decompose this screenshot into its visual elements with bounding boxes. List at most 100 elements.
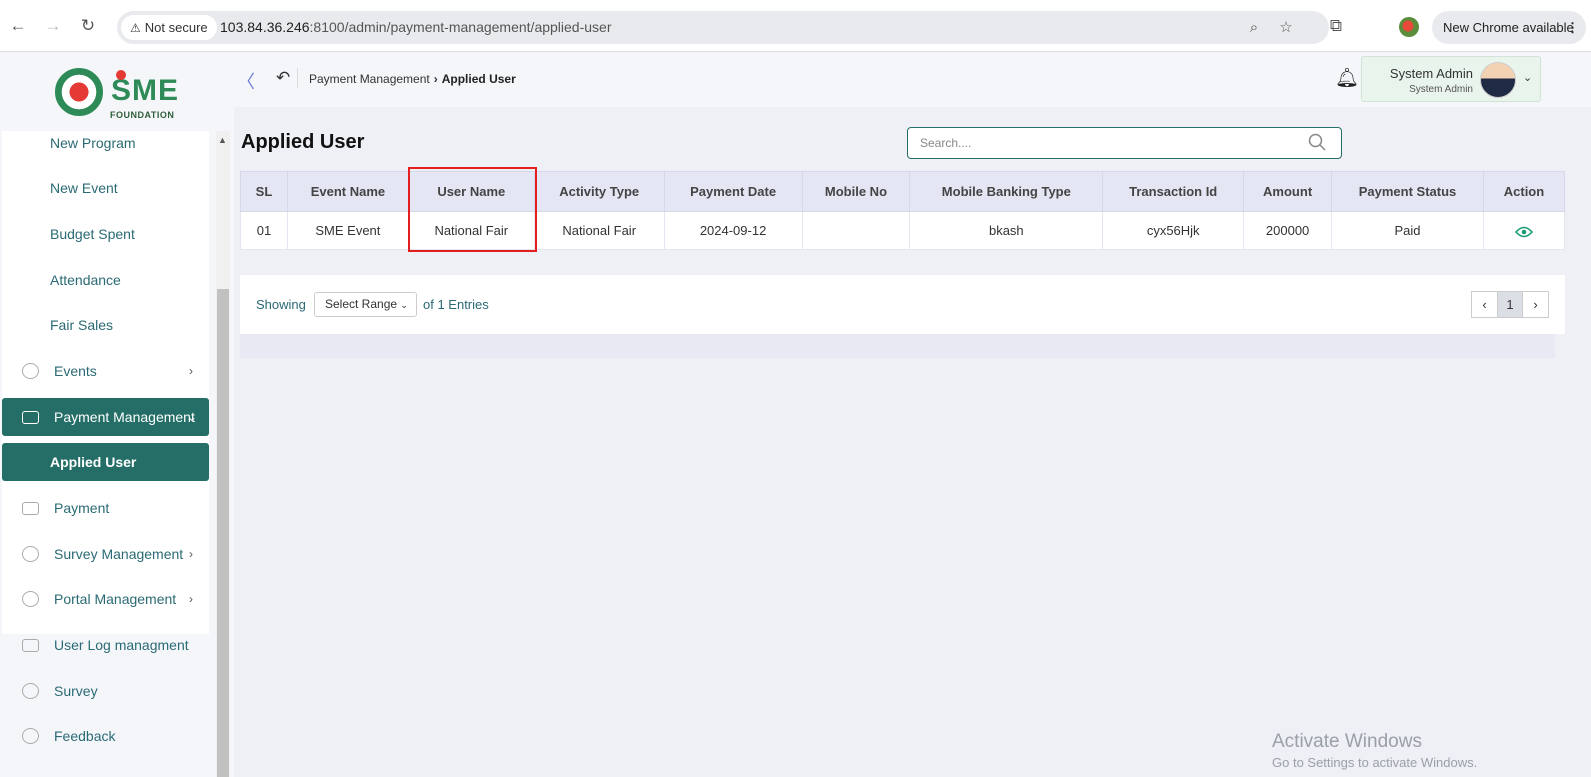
sidebar-item-label: Payment Management [54,409,195,425]
bookmark-star-icon[interactable]: ☆ [1277,19,1295,37]
money-card-icon [22,502,39,515]
cell-mobile-banking-type: bkash [909,211,1104,250]
url-host: 103.84.36.246 [220,19,310,35]
sidebar-item-label: New Program [50,135,136,151]
cell-action [1482,211,1566,250]
cell-mobile-no [801,211,911,250]
sidebar-item-label: Payment [54,500,110,516]
chevron-right-icon: › [433,72,438,86]
lock-circle-icon [22,591,39,607]
chevron-left-icon: ‹ [1482,297,1487,312]
chevron-down-icon: ⌄ [1523,72,1533,84]
security-chip[interactable]: ⚠ Not secure [121,15,217,40]
money-card-icon [22,411,39,424]
next-page-button[interactable]: › [1522,291,1549,318]
sidebar-item-label: Events [54,363,97,379]
new-chrome-button[interactable]: New Chrome available ⋮ [1432,11,1586,44]
zoom-icon[interactable]: ⌕ [1245,19,1263,37]
sidebar-item-label: Feedback [54,728,116,744]
collapse-sidebar-icon[interactable]: 〈 [237,68,255,94]
eye-icon[interactable] [1514,226,1533,238]
sme-foundation-logo[interactable]: SME FOUNDATION [55,68,185,122]
cell-transaction-id: cyx56Hjk [1102,211,1245,250]
search-input[interactable] [907,127,1342,159]
kebab-menu-icon[interactable]: ⋮ [1566,11,1579,44]
chevron-right-icon: › [189,592,193,606]
pie-chart-icon [22,683,39,699]
cell-event-name: SME Event [286,211,409,250]
sidebar-item-applied-user[interactable]: Applied User [2,443,209,481]
sidebar-item-label: Applied User [50,454,137,470]
activate-windows-watermark: Activate Windows [1272,731,1422,752]
sidebar-scroll-thumb[interactable] [217,289,229,777]
sidebar-item-events[interactable]: Events › [2,352,209,390]
user-name: System Admin [1389,66,1473,81]
sidebar-item-portal-management[interactable]: Portal Management › [2,580,209,618]
sidebar-item-new-program[interactable]: New Program [2,131,209,162]
activate-windows-subtext: Go to Settings to activate Windows. [1272,755,1478,770]
sidebar-item-user-log[interactable]: User Log managment [2,626,209,664]
sidebar-item-survey-management[interactable]: Survey Management › [2,535,209,573]
money-card-icon [22,639,39,652]
column-header-payment-status: Payment Status [1331,171,1484,212]
search-icon[interactable] [1308,133,1326,151]
page-button-current[interactable]: 1 [1497,291,1523,318]
user-role: System Admin [1409,84,1473,95]
column-header-mobile-banking-type: Mobile Banking Type [909,171,1104,212]
chevron-right-icon: › [189,547,193,561]
sidebar-item-payment-management[interactable]: Payment Management ⌄ [2,398,209,436]
column-header-amount: Amount [1243,171,1333,212]
chevron-right-icon: › [189,364,193,378]
reload-icon[interactable]: ↻ [78,16,98,36]
column-header-action: Action [1482,171,1566,212]
url-path: :8100/admin/payment-management/applied-u… [309,19,612,35]
entries-label: of 1 Entries [423,297,489,312]
sidebar-item-new-event[interactable]: New Event [2,169,209,207]
sidebar-item-label: Fair Sales [50,317,114,333]
sidebar-item-attendance[interactable]: Attendance [2,261,209,299]
breadcrumb-parent[interactable]: Payment Management [309,72,430,86]
sidebar-item-feedback[interactable]: Feedback [2,717,209,755]
chevron-down-icon: ⌄ [186,410,197,424]
highlight-box [408,167,537,252]
column-header-mobile-no: Mobile No [801,171,911,212]
sidebar-item-survey[interactable]: Survey [2,672,209,710]
extensions-icon[interactable]: ⧉ [1326,16,1346,36]
profile-avatar-icon[interactable] [1399,17,1419,37]
column-header-payment-date: Payment Date [663,171,803,212]
cell-payment-date: 2024-09-12 [663,211,803,250]
page-title: Applied User [241,131,365,153]
sidebar-item-fair-sales[interactable]: Fair Sales [2,306,209,344]
chevron-right-icon: › [1533,297,1538,312]
warning-icon: ⚠ [130,21,141,35]
bell-icon[interactable]: 🔔︎ [1335,66,1359,90]
page-number: 1 [1506,297,1514,312]
breadcrumb-current: Applied User [441,72,516,86]
user-menu[interactable]: System Admin System Admin ⌄ [1361,56,1541,102]
cell-sl: 01 [240,211,288,250]
logo-brand: SME [111,70,179,108]
cell-activity-type: National Fair [533,211,665,250]
cell-amount: 200000 [1243,211,1333,250]
url-text[interactable]: 103.84.36.246:8100/admin/payment-managem… [220,11,612,44]
sidebar-item-label: Budget Spent [50,226,135,242]
forward-arrow-icon[interactable]: → [43,16,63,36]
range-select[interactable]: Select Range ⌄ [314,292,417,317]
sidebar-item-label: Portal Management [54,591,177,607]
prev-page-button[interactable]: ‹ [1471,291,1498,318]
lock-circle-icon [22,363,39,379]
security-label: Not secure [144,20,208,35]
breadcrumb: Payment Management › Applied User [309,72,516,86]
address-bar[interactable]: ⚠ Not secure 103.84.36.246:8100/admin/pay… [117,11,1329,44]
sidebar-item-label: Attendance [50,272,121,288]
feedback-icon [22,728,39,744]
browser-chrome: ← → ↻ ⚠ Not secure 103.84.36.246:8100/adm… [0,0,1591,52]
undo-back-icon[interactable]: ↶ [276,68,290,88]
scroll-up-icon[interactable]: ▲ [218,135,227,145]
cell-payment-status: Paid [1331,211,1484,250]
pie-chart-icon [22,546,39,562]
sidebar-item-budget-spent[interactable]: Budget Spent [2,215,209,253]
sidebar-item-payment[interactable]: Payment [2,489,209,527]
sidebar-menu: New Program New Event Budget Spent Atten… [0,131,216,777]
back-arrow-icon[interactable]: ← [8,16,28,36]
